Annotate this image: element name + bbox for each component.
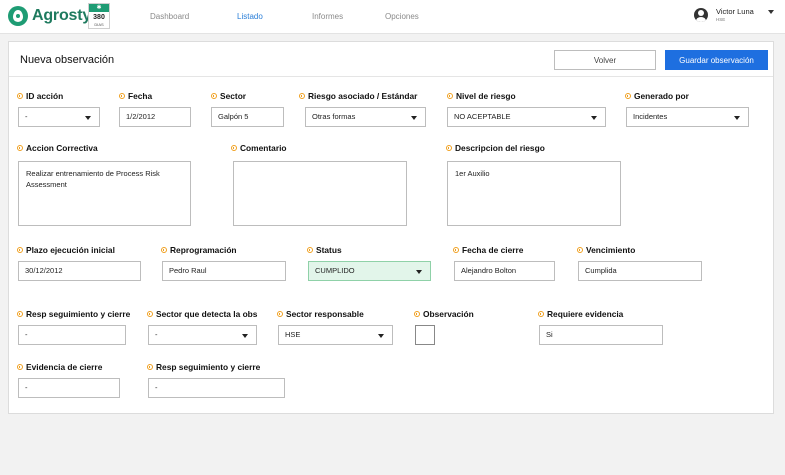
user-avatar-icon [694,8,708,22]
resp-seguimiento-label: Resp seguimiento y cierre [17,309,130,319]
info-icon [307,247,313,253]
riesgo-asociado-select[interactable]: Otras formas [305,107,426,127]
resp-seguimiento-input[interactable]: - [18,325,126,345]
id-accion-label: ID acción [17,91,63,101]
evidencia-cierre-input[interactable]: - [18,378,120,398]
status-select[interactable]: CUMPLIDO [308,261,431,281]
observation-form-card: Nueva observación Volver Guardar observa… [8,41,774,414]
comentario-label: Comentario [231,143,287,153]
info-icon [277,311,283,317]
info-icon [17,247,23,253]
chevron-down-icon [416,270,422,274]
status-label: Status [307,245,342,255]
brand-logo[interactable]: Agrosty [8,6,91,26]
id-accion-select[interactable]: - [18,107,100,127]
user-name: Victor Luna [716,7,754,16]
chevron-down-icon[interactable] [768,10,774,14]
nav-dashboard[interactable]: Dashboard [150,12,189,21]
info-icon [538,311,544,317]
resp-seguimiento-2-label: Resp seguimiento y cierre [147,362,260,372]
info-icon [119,93,125,99]
info-icon [161,247,167,253]
fecha-cierre-input[interactable]: Alejandro Bolton [454,261,555,281]
info-icon [147,311,153,317]
chevron-down-icon [734,116,740,120]
plazo-ejecucion-label: Plazo ejecución inicial [17,245,115,255]
brand-drop-icon [8,6,28,26]
fecha-input[interactable]: 1/2/2012 [119,107,191,127]
requiere-evidencia-label: Requiere evidencia [538,309,623,319]
evidencia-cierre-label: Evidencia de cierre [17,362,102,372]
accion-correctiva-textarea[interactable]: Realizar entrenamiento de Process Risk A… [18,161,191,226]
vencimiento-input[interactable]: Cumplida [578,261,702,281]
generado-por-select[interactable]: Incidentes [626,107,749,127]
resp-seguimiento-2-input[interactable]: - [148,378,285,398]
days-badge: ✱ 380 DIAS [88,3,110,29]
info-icon [17,93,23,99]
nav-listado[interactable]: Listado [237,12,263,21]
observacion-checkbox[interactable] [415,325,435,345]
accion-correctiva-label: Accion Correctiva [17,143,98,153]
info-icon [577,247,583,253]
requiere-evidencia-input[interactable]: Si [539,325,663,345]
info-icon [17,145,23,151]
sector-detecta-select[interactable]: - [148,325,257,345]
info-icon [211,93,217,99]
badge-star-icon: ✱ [89,4,109,12]
comentario-textarea[interactable] [233,161,407,226]
reprogramacion-input[interactable]: Pedro Raul [162,261,286,281]
chevron-down-icon [411,116,417,120]
chevron-down-icon [378,334,384,338]
fecha-cierre-label: Fecha de cierre [453,245,523,255]
info-icon [414,311,420,317]
info-icon [231,145,237,151]
card-header: Nueva observación Volver Guardar observa… [9,42,773,77]
chevron-down-icon [591,116,597,120]
chevron-down-icon [242,334,248,338]
brand-name: Agrosty [32,7,92,24]
top-bar: Agrosty ✱ 380 DIAS Dashboard Listado Inf… [0,0,785,34]
nivel-riesgo-label: Nivel de riesgo [447,91,516,101]
info-icon [17,364,23,370]
sector-detecta-label: Sector que detecta la obs [147,309,257,319]
observacion-label: Observación [414,309,474,319]
info-icon [453,247,459,253]
page-title: Nueva observación [20,54,115,66]
descripcion-riesgo-label: Descripcion del riesgo [446,143,545,153]
generado-por-label: Generado por [625,91,689,101]
info-icon [625,93,631,99]
vencimiento-label: Vencimiento [577,245,635,255]
sector-input[interactable]: Galpón 5 [211,107,284,127]
sector-responsable-select[interactable]: HSE [278,325,393,345]
info-icon [446,145,452,151]
save-observation-button[interactable]: Guardar observación [665,50,768,70]
fecha-label: Fecha [119,91,152,101]
chevron-down-icon [85,116,91,120]
info-icon [17,311,23,317]
info-icon [299,93,305,99]
back-button[interactable]: Volver [554,50,656,70]
badge-unit: DIAS [94,22,104,27]
nav-informes[interactable]: Informes [312,12,343,21]
badge-number: 380 [93,14,105,21]
info-icon [147,364,153,370]
descripcion-riesgo-textarea[interactable]: 1er Auxilio [447,161,621,226]
info-icon [447,93,453,99]
reprogramacion-label: Reprogramación [161,245,237,255]
user-role: HSE [716,17,726,22]
plazo-ejecucion-input[interactable]: 30/12/2012 [18,261,141,281]
sector-label: Sector [211,91,246,101]
nivel-riesgo-select[interactable]: NO ACEPTABLE [447,107,606,127]
sector-responsable-label: Sector responsable [277,309,364,319]
nav-opciones[interactable]: Opciones [385,12,419,21]
riesgo-asociado-label: Riesgo asociado / Estándar [299,91,417,101]
